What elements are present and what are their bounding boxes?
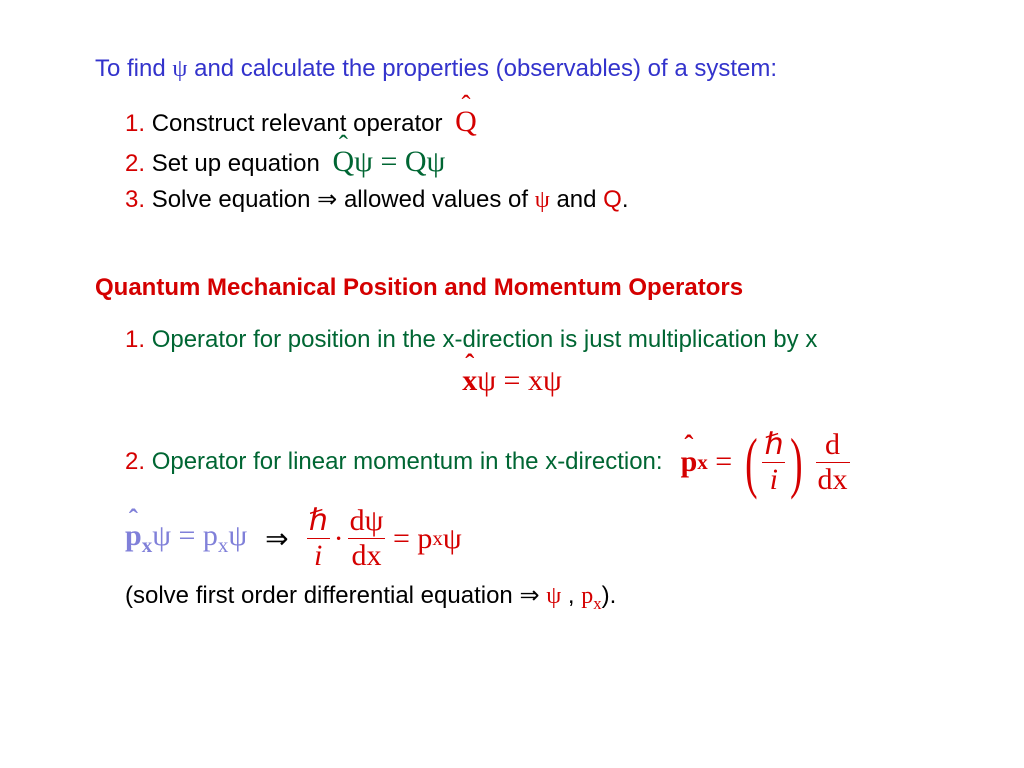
step-3-q: Q [603,186,622,213]
eigen-row: ˆpxψ = pxψ ⇒ ℏ i · dψ dx = pxψ [125,506,929,571]
step-2-eq: ˆQψ = Qψ [333,145,446,178]
title-line: To find ψ and calculate the properties (… [95,55,929,83]
mom-label: Operator for linear momentum in the x-di… [152,448,663,475]
step-3-psi: ψ [535,187,550,213]
position-line: 1. Operator for position in the x-direct… [125,326,929,354]
mom-num: 2. [125,448,145,475]
dx-bot: dx [816,463,850,495]
step-3: 3. Solve equation ⇒ allowed values of ψ … [125,185,929,214]
note-p: px [581,583,601,609]
step-3-arrow: ⇒ [317,187,337,213]
step-1: 1. Construct relevant operator ˆQ [125,105,929,139]
eigen-lhs: ˆpxψ = pxψ [125,519,247,558]
step-2-num: 2. [125,150,145,177]
step-3-text: Solve equation [152,186,311,213]
step-3-dot: . [622,186,629,213]
px-sub: x [697,450,708,475]
position-eq: ˆxψ = xψ [95,364,929,398]
d-top: d [823,430,842,462]
note-comma: , [568,582,575,609]
hbar-symbol: ℏ [762,430,785,462]
step-1-num: 1. [125,110,145,137]
title-post: and calculate the properties (observable… [194,55,777,82]
title-pre: To find [95,55,166,82]
note-psi: ψ [546,583,561,609]
momentum-row: 2. Operator for linear momentum in the x… [125,428,929,496]
step-3-num: 3. [125,186,145,213]
eigen-rhs: ℏ i · dψ dx = pxψ [307,506,462,571]
section-header: Quantum Mechanical Position and Momentum… [95,274,929,302]
title-psi: ψ [172,56,187,82]
i-symbol: i [768,463,780,495]
note-post: ). [602,582,617,609]
eq-sign: = [715,445,732,479]
step-1-text: Construct relevant operator [152,110,443,137]
step-3-and: and [556,186,596,213]
note-arrow: ⇒ [519,583,539,609]
mom-text: 2. Operator for linear momentum in the x… [125,448,663,476]
momentum-operator-eq: ˆpx = ( ℏ i ) d dx [681,428,850,496]
step-2: 2. Set up equation ˆQψ = Qψ [125,145,929,179]
pos-num: 1. [125,326,145,353]
step-1-eq: ˆQ [455,105,477,138]
note-line: (solve first order differential equation… [125,581,929,614]
step-3-mid: allowed values of [344,186,528,213]
step-2-text: Set up equation [152,150,320,177]
implies-arrow: ⇒ [265,522,288,556]
note-pre: (solve first order differential equation [125,582,513,609]
pos-text: Operator for position in the x-direction… [152,326,818,353]
